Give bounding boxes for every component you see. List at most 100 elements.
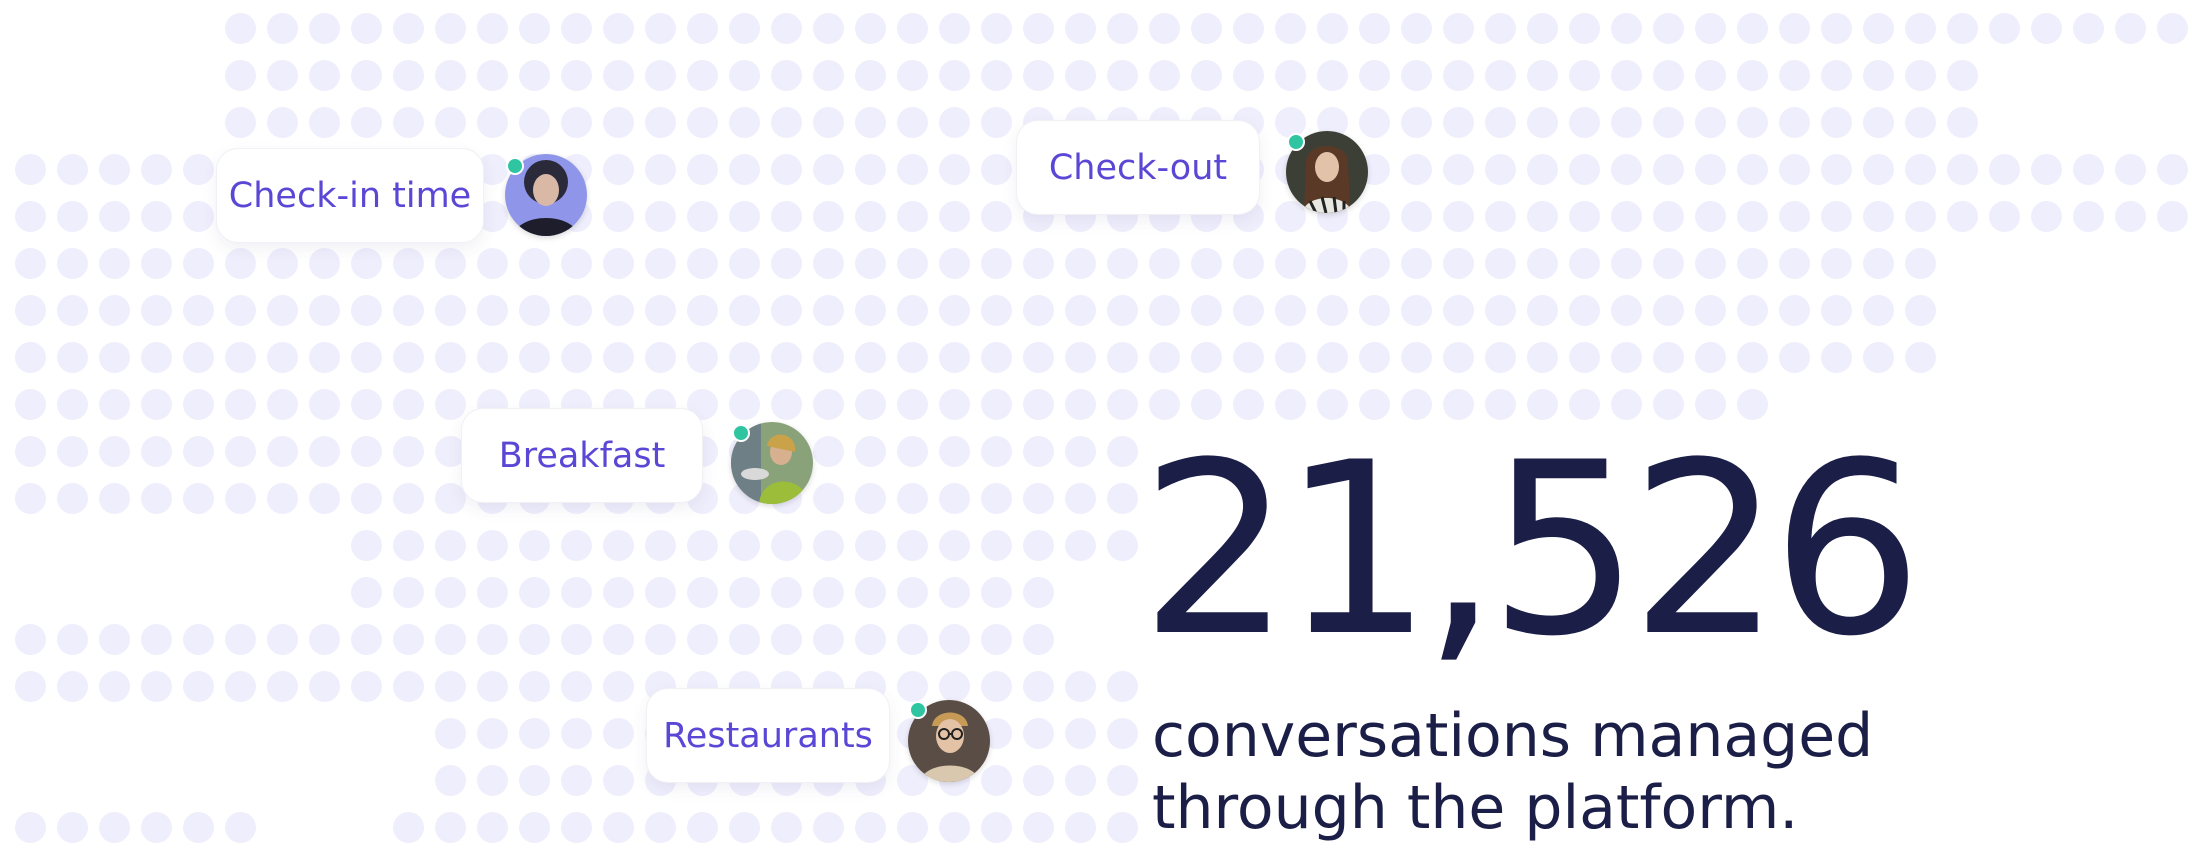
pattern-dot (435, 342, 466, 373)
pattern-dot (519, 718, 550, 749)
pattern-dot (561, 248, 592, 279)
pattern-dot (1527, 154, 1558, 185)
pattern-dot (1191, 295, 1222, 326)
pattern-dot (939, 60, 970, 91)
caption-line-1: conversations managed (1152, 701, 1874, 771)
topic-chip-check-out: Check-out (1016, 120, 1260, 215)
pattern-dot (729, 530, 760, 561)
pattern-dot (1905, 154, 1936, 185)
topic-label: Restaurants (663, 715, 873, 756)
pattern-dot (1947, 60, 1978, 91)
pattern-dot (1695, 107, 1726, 138)
pattern-dot (1821, 154, 1852, 185)
topic-label: Breakfast (498, 435, 666, 476)
pattern-dot (435, 13, 466, 44)
pattern-dot (855, 389, 886, 420)
pattern-dot (1947, 154, 1978, 185)
pattern-dot (645, 154, 676, 185)
pattern-dot (1779, 342, 1810, 373)
pattern-dot (771, 60, 802, 91)
pattern-dot (1401, 295, 1432, 326)
pattern-dot (771, 13, 802, 44)
pattern-dot (939, 154, 970, 185)
pattern-dot (855, 248, 886, 279)
pattern-dot (1065, 765, 1096, 796)
pattern-dot (897, 671, 928, 702)
pattern-dot (183, 812, 214, 843)
pattern-dot (1653, 248, 1684, 279)
pattern-dot (897, 436, 928, 467)
pattern-dot (981, 765, 1012, 796)
pattern-dot (897, 530, 928, 561)
pattern-dot (687, 13, 718, 44)
pattern-dot (855, 201, 886, 232)
pattern-dot (309, 248, 340, 279)
pattern-dot (645, 530, 676, 561)
pattern-dot (603, 60, 634, 91)
pattern-dot (141, 483, 172, 514)
pattern-dot (393, 248, 424, 279)
pattern-dot (981, 342, 1012, 373)
pattern-dot (225, 436, 256, 467)
pattern-dot (477, 248, 508, 279)
pattern-dot (519, 107, 550, 138)
pattern-dot (1863, 248, 1894, 279)
pattern-dot (603, 624, 634, 655)
pattern-dot (99, 201, 130, 232)
pattern-dot (939, 483, 970, 514)
pattern-dot (1569, 201, 1600, 232)
pattern-dot (99, 483, 130, 514)
pattern-dot (1863, 13, 1894, 44)
pattern-dot (15, 483, 46, 514)
pattern-dot (813, 60, 844, 91)
pattern-dot (225, 107, 256, 138)
pattern-dot (1149, 295, 1180, 326)
pattern-dot (1233, 295, 1264, 326)
pattern-dot (1023, 342, 1054, 373)
pattern-dot (771, 154, 802, 185)
pattern-dot (1359, 13, 1390, 44)
pattern-dot (57, 483, 88, 514)
pattern-dot (15, 671, 46, 702)
pattern-dot (1065, 295, 1096, 326)
pattern-dot (561, 530, 592, 561)
pattern-dot (519, 812, 550, 843)
pattern-dot (687, 248, 718, 279)
pattern-dot (897, 624, 928, 655)
pattern-dot (603, 577, 634, 608)
pattern-dot (99, 389, 130, 420)
pattern-dot (1107, 718, 1138, 749)
pattern-dot (225, 671, 256, 702)
pattern-dot (183, 389, 214, 420)
pattern-dot (1737, 248, 1768, 279)
pattern-dot (1107, 530, 1138, 561)
topic-chip-restaurants: Restaurants (646, 688, 890, 783)
pattern-dot (1149, 60, 1180, 91)
pattern-dot (183, 342, 214, 373)
pattern-dot (1107, 248, 1138, 279)
pattern-dot (477, 342, 508, 373)
pattern-dot (225, 295, 256, 326)
pattern-dot (477, 107, 508, 138)
pattern-dot (1023, 577, 1054, 608)
pattern-dot (939, 436, 970, 467)
pattern-dot (603, 107, 634, 138)
caption-line-2: through the platform. (1152, 773, 1799, 843)
pattern-dot (897, 295, 928, 326)
pattern-dot (981, 107, 1012, 138)
pattern-dot (981, 530, 1012, 561)
pattern-dot (477, 624, 508, 655)
pattern-dot (939, 295, 970, 326)
pattern-dot (309, 436, 340, 467)
pattern-dot (939, 248, 970, 279)
pattern-dot (2073, 201, 2104, 232)
pattern-dot (477, 765, 508, 796)
pattern-dot (897, 60, 928, 91)
pattern-dot (225, 248, 256, 279)
pattern-dot (1779, 107, 1810, 138)
pattern-dot (1233, 248, 1264, 279)
pattern-dot (1569, 342, 1600, 373)
pattern-dot (1527, 201, 1558, 232)
pattern-dot (435, 671, 466, 702)
pattern-dot (519, 295, 550, 326)
